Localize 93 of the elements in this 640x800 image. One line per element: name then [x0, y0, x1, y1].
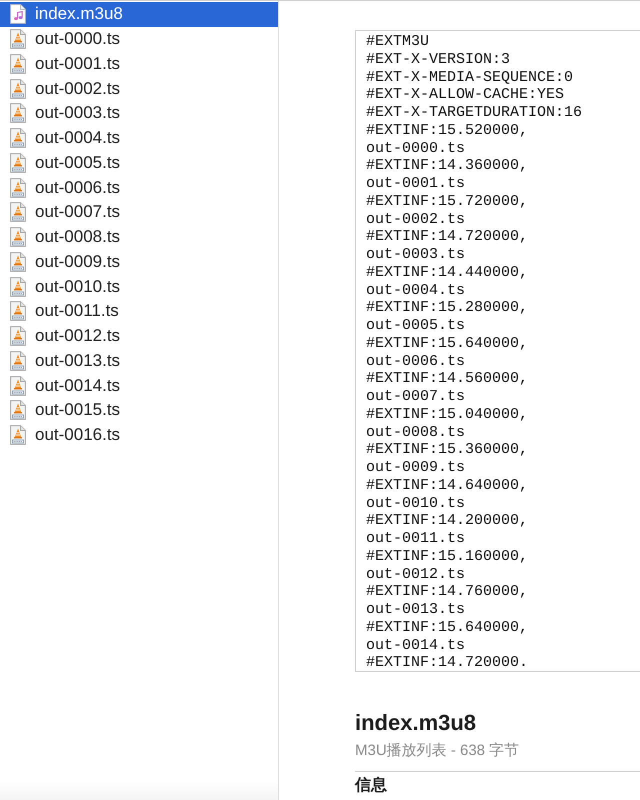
- file-content-line: #EXTINF:15.360000,: [366, 441, 530, 459]
- file-content-line: out-0004.ts: [366, 282, 466, 300]
- video-file-icon: [10, 276, 26, 297]
- file-content-line: out-0003.ts: [366, 246, 466, 264]
- file-name: out-0010.ts: [35, 276, 120, 297]
- file-content-line: #EXTINF:14.640000,: [366, 476, 530, 494]
- file-row[interactable]: out-0013.ts: [0, 348, 278, 374]
- video-file-icon: [10, 103, 26, 124]
- file-name: out-0007.ts: [35, 202, 120, 222]
- file-content-line: out-0006.ts: [366, 352, 466, 370]
- file-row[interactable]: out-0011.ts: [0, 299, 278, 324]
- video-file-icon: [10, 400, 26, 420]
- file-name: out-0009.ts: [35, 252, 120, 272]
- file-content-line: out-0001.ts: [366, 175, 466, 193]
- file-name: out-0003.ts: [35, 103, 120, 124]
- file-content-line: #EXTINF:15.160000,: [366, 548, 530, 566]
- file-row[interactable]: out-0012.ts: [0, 324, 278, 348]
- file-content-line: out-0014.ts: [366, 636, 466, 654]
- video-file-icon: [10, 78, 26, 99]
- file-name: out-0001.ts: [35, 54, 120, 74]
- file-content-line: #EXTM3U: [366, 33, 430, 51]
- file-name: out-0013.ts: [35, 350, 120, 371]
- file-row[interactable]: out-0002.ts: [0, 76, 278, 101]
- file-name: out-0008.ts: [35, 227, 120, 248]
- video-file-icon: [10, 54, 26, 74]
- file-content-line: #EXT-X-ALLOW-CACHE:YES: [366, 86, 566, 104]
- file-content-line: out-0010.ts: [366, 494, 466, 512]
- video-file-icon: [10, 350, 26, 371]
- file-content-line: #EXTINF:15.040000,: [366, 406, 530, 424]
- file-content-line: #EXTINF:14.200000,: [366, 512, 530, 530]
- file-name: out-0011.ts: [35, 301, 119, 322]
- file-name: out-0005.ts: [35, 152, 120, 173]
- file-name: index.m3u8: [35, 4, 123, 24]
- file-content-line: #EXTINF:14.760000,: [366, 583, 530, 601]
- video-file-icon: [10, 326, 26, 346]
- file-content-line: out-0008.ts: [366, 424, 466, 442]
- file-content-line: #EXTINF:15.520000,: [366, 122, 530, 140]
- video-file-icon: [10, 178, 26, 198]
- file-content-line: out-0007.ts: [366, 388, 466, 406]
- file-name: out-0002.ts: [35, 78, 120, 99]
- music-file-icon: [10, 4, 26, 24]
- file-content-line: #EXTINF:14.440000,: [366, 264, 530, 282]
- file-row[interactable]: out-0004.ts: [0, 126, 278, 150]
- file-content-line: out-0005.ts: [366, 317, 466, 335]
- file-row[interactable]: out-0014.ts: [0, 373, 278, 398]
- file-row[interactable]: out-0015.ts: [0, 398, 278, 423]
- file-content-line: #EXTINF:14.560000,: [366, 370, 530, 388]
- video-file-icon: [10, 376, 26, 396]
- file-row[interactable]: out-0003.ts: [0, 101, 278, 126]
- file-content-line: #EXT-X-TARGETDURATION:16: [366, 104, 584, 122]
- file-name: out-0006.ts: [35, 178, 120, 198]
- file-content-line: #EXTINF:15.280000,: [366, 299, 530, 317]
- file-content-line: #EXTINF:15.640000,: [366, 618, 530, 636]
- file-row[interactable]: out-0016.ts: [0, 422, 278, 448]
- file-content-line: out-0013.ts: [366, 601, 466, 619]
- file-row[interactable]: out-0008.ts: [0, 224, 278, 250]
- video-file-icon: [10, 252, 26, 272]
- video-file-icon: [10, 128, 26, 148]
- file-content-line: out-0011.ts: [366, 530, 466, 548]
- video-file-icon: [10, 301, 26, 322]
- file-name: out-0000.ts: [35, 29, 120, 50]
- video-file-icon: [10, 152, 26, 173]
- file-content-line: out-0012.ts: [366, 566, 466, 584]
- file-title: index.m3u8: [355, 710, 478, 736]
- file-name: out-0012.ts: [35, 326, 120, 346]
- file-content-line: #EXTINF:14.720000.: [366, 654, 530, 671]
- section-heading: 信息: [355, 777, 388, 795]
- file-row[interactable]: out-0009.ts: [0, 250, 278, 274]
- file-content-line: out-0002.ts: [366, 210, 466, 228]
- file-name: out-0016.ts: [35, 425, 120, 446]
- file-content-line: out-0009.ts: [366, 459, 466, 477]
- file-row[interactable]: out-0006.ts: [0, 175, 278, 200]
- file-name: out-0004.ts: [35, 128, 120, 148]
- file-row[interactable]: index.m3u8: [0, 2, 278, 27]
- file-row[interactable]: out-0001.ts: [0, 52, 278, 76]
- file-name: out-0015.ts: [35, 400, 120, 420]
- file-row[interactable]: out-0005.ts: [0, 150, 278, 176]
- video-file-icon: [10, 29, 26, 50]
- file-name: out-0014.ts: [35, 376, 120, 396]
- file-row[interactable]: out-0000.ts: [0, 26, 278, 52]
- file-content-line: #EXT-X-VERSION:3: [366, 50, 512, 68]
- file-kind-size: M3U播放列表 - 638 字节: [355, 741, 520, 761]
- file-content-line: #EXT-X-MEDIA-SEQUENCE:0: [366, 68, 574, 86]
- video-file-icon: [10, 202, 26, 222]
- file-content-line: out-0000.ts: [366, 140, 466, 158]
- video-file-icon: [10, 425, 26, 446]
- file-content-line: #EXTINF:14.720000,: [366, 228, 530, 246]
- file-content-line: #EXTINF:15.640000,: [366, 334, 530, 352]
- file-row[interactable]: out-0010.ts: [0, 274, 278, 299]
- file-content-line: #EXTINF:14.360000,: [366, 157, 530, 175]
- video-file-icon: [10, 227, 26, 248]
- file-content-line: #EXTINF:15.720000,: [366, 192, 530, 210]
- file-row[interactable]: out-0007.ts: [0, 200, 278, 225]
